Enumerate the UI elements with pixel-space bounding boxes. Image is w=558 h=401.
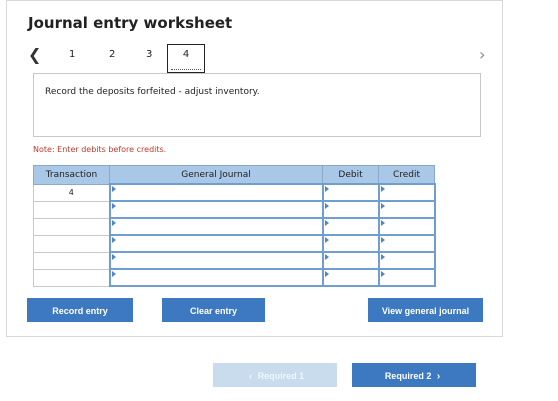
required-1-button[interactable]: ‹ Required 1 (213, 363, 337, 387)
debit-input[interactable] (321, 200, 380, 219)
chevron-right-icon: › (436, 371, 441, 382)
table-row: 4 (33, 183, 436, 202)
transaction-cell (33, 251, 110, 270)
transaction-cell (33, 234, 110, 253)
worksheet-panel: Journal entry worksheet ❮ 1 2 3 4 › Reco… (6, 0, 503, 337)
credit-input[interactable] (377, 217, 436, 236)
account-input[interactable] (108, 268, 324, 287)
note-text: Note: Enter debits before credits. (33, 145, 167, 154)
credit-input[interactable] (377, 234, 436, 253)
credit-input[interactable] (377, 268, 436, 287)
account-input[interactable] (108, 251, 324, 270)
table-row (33, 234, 436, 253)
table-row (33, 200, 436, 219)
required-2-button[interactable]: Required 2 › (352, 363, 476, 387)
transaction-cell (33, 268, 110, 287)
debit-input[interactable] (321, 268, 380, 287)
chevron-right-icon[interactable]: › (479, 45, 485, 64)
account-input[interactable] (108, 217, 324, 236)
account-input[interactable] (108, 200, 324, 219)
clear-entry-button[interactable]: Clear entry (162, 298, 265, 322)
table-row (33, 251, 436, 270)
transaction-cell (33, 217, 110, 236)
step-3[interactable]: 3 (146, 49, 152, 60)
worksheet-title: Journal entry worksheet (28, 14, 233, 32)
transaction-cell (33, 200, 110, 219)
credit-input[interactable] (377, 251, 436, 270)
header-general-journal: General Journal (109, 165, 323, 185)
debit-input[interactable] (321, 217, 380, 236)
step-4-active[interactable]: 4 (167, 44, 205, 73)
chevron-left-icon[interactable]: ❮ (28, 45, 41, 64)
transaction-cell: 4 (33, 183, 110, 202)
required-1-label: Required 1 (257, 371, 305, 381)
chevron-left-icon: ‹ (248, 371, 253, 382)
instruction-text: Record the deposits forfeited - adjust i… (45, 87, 260, 97)
credit-input[interactable] (377, 183, 436, 202)
record-entry-button[interactable]: Record entry (27, 298, 133, 322)
view-general-journal-button[interactable]: View general journal (368, 298, 483, 322)
step-1[interactable]: 1 (69, 49, 75, 60)
debit-input[interactable] (321, 234, 380, 253)
required-2-label: Required 2 (384, 371, 432, 381)
table-row (33, 217, 436, 236)
debit-input[interactable] (321, 251, 380, 270)
debit-input[interactable] (321, 183, 380, 202)
header-credit: Credit (378, 165, 435, 185)
account-input[interactable] (108, 183, 324, 202)
account-input[interactable] (108, 234, 324, 253)
instruction-box: Record the deposits forfeited - adjust i… (33, 73, 481, 137)
journal-table: Transaction General Journal Debit Credit… (33, 165, 436, 287)
table-row (33, 268, 436, 287)
header-debit: Debit (322, 165, 379, 185)
header-transaction: Transaction (33, 165, 110, 185)
credit-input[interactable] (377, 200, 436, 219)
step-2[interactable]: 2 (109, 49, 115, 60)
